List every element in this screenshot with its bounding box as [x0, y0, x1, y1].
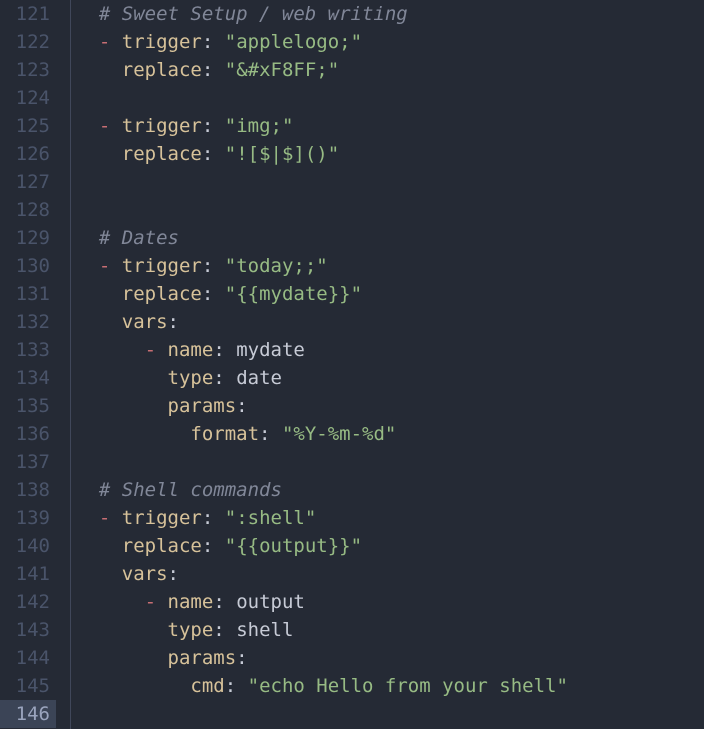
line-number: 134: [0, 364, 56, 392]
line-number: 140: [0, 532, 56, 560]
line-number: 136: [0, 420, 56, 448]
line-number: 129: [0, 224, 56, 252]
code-line[interactable]: params:: [76, 644, 704, 672]
line-number: 139: [0, 504, 56, 532]
line-number: 138: [0, 476, 56, 504]
code-line[interactable]: [76, 700, 704, 728]
code-line[interactable]: type: date: [76, 364, 704, 392]
code-editor[interactable]: 1211221231241251261271281291301311321331…: [0, 0, 704, 729]
code-line[interactable]: cmd: "echo Hello from your shell": [76, 672, 704, 700]
code-line[interactable]: [76, 196, 704, 224]
line-number: 124: [0, 84, 56, 112]
code-line[interactable]: - trigger: "applelogo;": [76, 28, 704, 56]
code-line[interactable]: - name: output: [76, 588, 704, 616]
code-line[interactable]: - name: mydate: [76, 336, 704, 364]
code-line[interactable]: type: shell: [76, 616, 704, 644]
code-line[interactable]: vars:: [76, 560, 704, 588]
line-number: 127: [0, 168, 56, 196]
code-line[interactable]: [76, 84, 704, 112]
code-area[interactable]: # Sweet Setup / web writing - trigger: "…: [62, 0, 704, 729]
code-line[interactable]: replace: "![$|$]()": [76, 140, 704, 168]
line-number: 142: [0, 588, 56, 616]
line-number: 125: [0, 112, 56, 140]
line-number: 126: [0, 140, 56, 168]
line-number: 131: [0, 280, 56, 308]
line-number: 141: [0, 560, 56, 588]
code-line[interactable]: [76, 448, 704, 476]
code-line[interactable]: - trigger: "today;;": [76, 252, 704, 280]
code-line[interactable]: replace: "{{mydate}}": [76, 280, 704, 308]
line-number: 130: [0, 252, 56, 280]
line-number: 133: [0, 336, 56, 364]
line-number-gutter: 1211221231241251261271281291301311321331…: [0, 0, 62, 729]
code-line[interactable]: format: "%Y-%m-%d": [76, 420, 704, 448]
line-number: 123: [0, 56, 56, 84]
code-line[interactable]: replace: "&#xF8FF;": [76, 56, 704, 84]
line-number: 132: [0, 308, 56, 336]
line-number: 146: [0, 700, 56, 728]
code-line[interactable]: vars:: [76, 308, 704, 336]
line-number: 122: [0, 28, 56, 56]
line-number: 135: [0, 392, 56, 420]
code-line[interactable]: - trigger: ":shell": [76, 504, 704, 532]
code-line[interactable]: [76, 168, 704, 196]
line-number: 128: [0, 196, 56, 224]
line-number: 144: [0, 644, 56, 672]
indent-ruler: [70, 0, 71, 729]
line-number: 143: [0, 616, 56, 644]
code-line[interactable]: params:: [76, 392, 704, 420]
code-line[interactable]: replace: "{{output}}": [76, 532, 704, 560]
line-number: 137: [0, 448, 56, 476]
code-line[interactable]: - trigger: "img;": [76, 112, 704, 140]
code-line[interactable]: # Shell commands: [76, 476, 704, 504]
code-line[interactable]: # Sweet Setup / web writing: [76, 0, 704, 28]
line-number: 145: [0, 672, 56, 700]
code-line[interactable]: # Dates: [76, 224, 704, 252]
line-number: 121: [0, 0, 56, 28]
